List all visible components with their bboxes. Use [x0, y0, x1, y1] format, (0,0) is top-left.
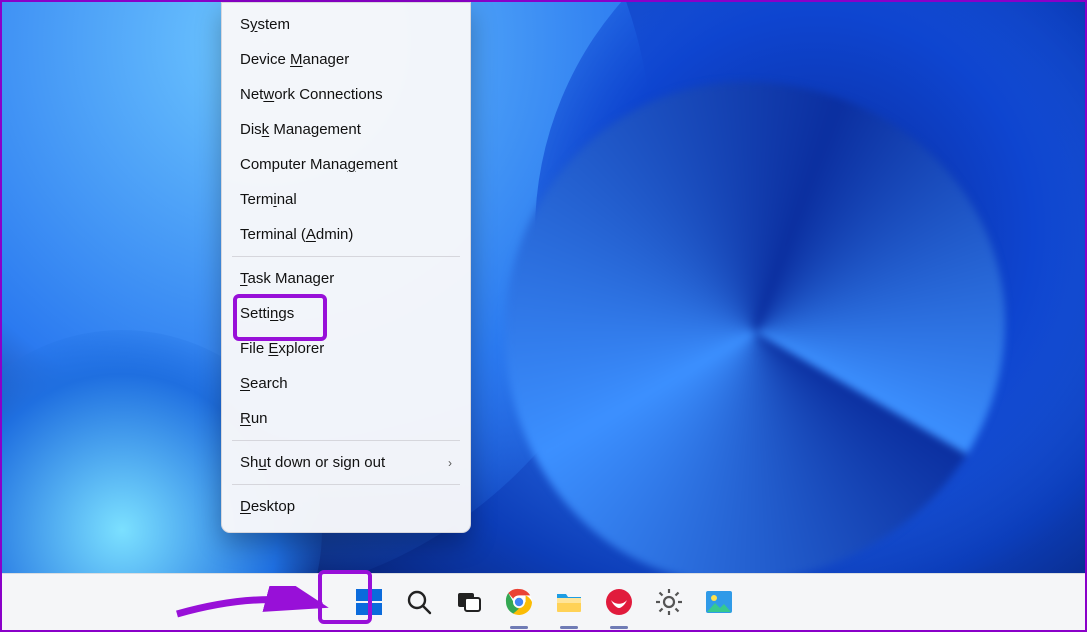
menu-item-label: Device Manager: [240, 51, 349, 68]
menu-item-settings[interactable]: Settings: [222, 296, 470, 331]
menu-item-label: Network Connections: [240, 86, 383, 103]
menu-item-label: Terminal: [240, 191, 297, 208]
menu-item-disk-management[interactable]: Disk Management: [222, 112, 470, 147]
menu-separator: [232, 484, 460, 485]
menu-item-task-manager[interactable]: Task Manager: [222, 261, 470, 296]
desktop-wallpaper: [2, 2, 1085, 630]
menu-item-label: Settings: [240, 305, 294, 322]
power-user-menu: System Device Manager Network Connections D…: [221, 2, 471, 533]
menu-item-label: Search: [240, 375, 288, 392]
menu-item-label: Terminal (Admin): [240, 226, 353, 243]
menu-item-label: System: [240, 16, 290, 33]
menu-item-shutdown[interactable]: Shut down or sign out ›: [222, 445, 470, 480]
file-explorer-icon[interactable]: [552, 585, 586, 619]
menu-item-run[interactable]: Run: [222, 401, 470, 436]
menu-item-label: Run: [240, 410, 268, 427]
menu-item-computer-management[interactable]: Computer Management: [222, 147, 470, 182]
menu-separator: [232, 440, 460, 441]
menu-separator: [232, 256, 460, 257]
menu-item-label: Shut down or sign out: [240, 454, 385, 471]
task-view-icon[interactable]: [452, 585, 486, 619]
settings-gear-icon[interactable]: [652, 585, 686, 619]
taskbar: [2, 573, 1085, 630]
menu-item-desktop[interactable]: Desktop: [222, 489, 470, 524]
menu-item-device-manager[interactable]: Device Manager: [222, 42, 470, 77]
start-button[interactable]: [352, 585, 386, 619]
menu-item-terminal-admin[interactable]: Terminal (Admin): [222, 217, 470, 252]
menu-item-label: Task Manager: [240, 270, 334, 287]
menu-item-file-explorer[interactable]: File Explorer: [222, 331, 470, 366]
menu-item-label: File Explorer: [240, 340, 324, 357]
menu-item-label: Desktop: [240, 498, 295, 515]
menu-item-label: Disk Management: [240, 121, 361, 138]
chevron-right-icon: ›: [448, 456, 452, 470]
menu-item-system[interactable]: System: [222, 7, 470, 42]
menu-item-label: Computer Management: [240, 156, 398, 173]
menu-item-search[interactable]: Search: [222, 366, 470, 401]
chrome-icon[interactable]: [502, 585, 536, 619]
menu-item-terminal[interactable]: Terminal: [222, 182, 470, 217]
app-red-icon[interactable]: [602, 585, 636, 619]
menu-item-network-connections[interactable]: Network Connections: [222, 77, 470, 112]
photos-icon[interactable]: [702, 585, 736, 619]
search-icon[interactable]: [402, 585, 436, 619]
